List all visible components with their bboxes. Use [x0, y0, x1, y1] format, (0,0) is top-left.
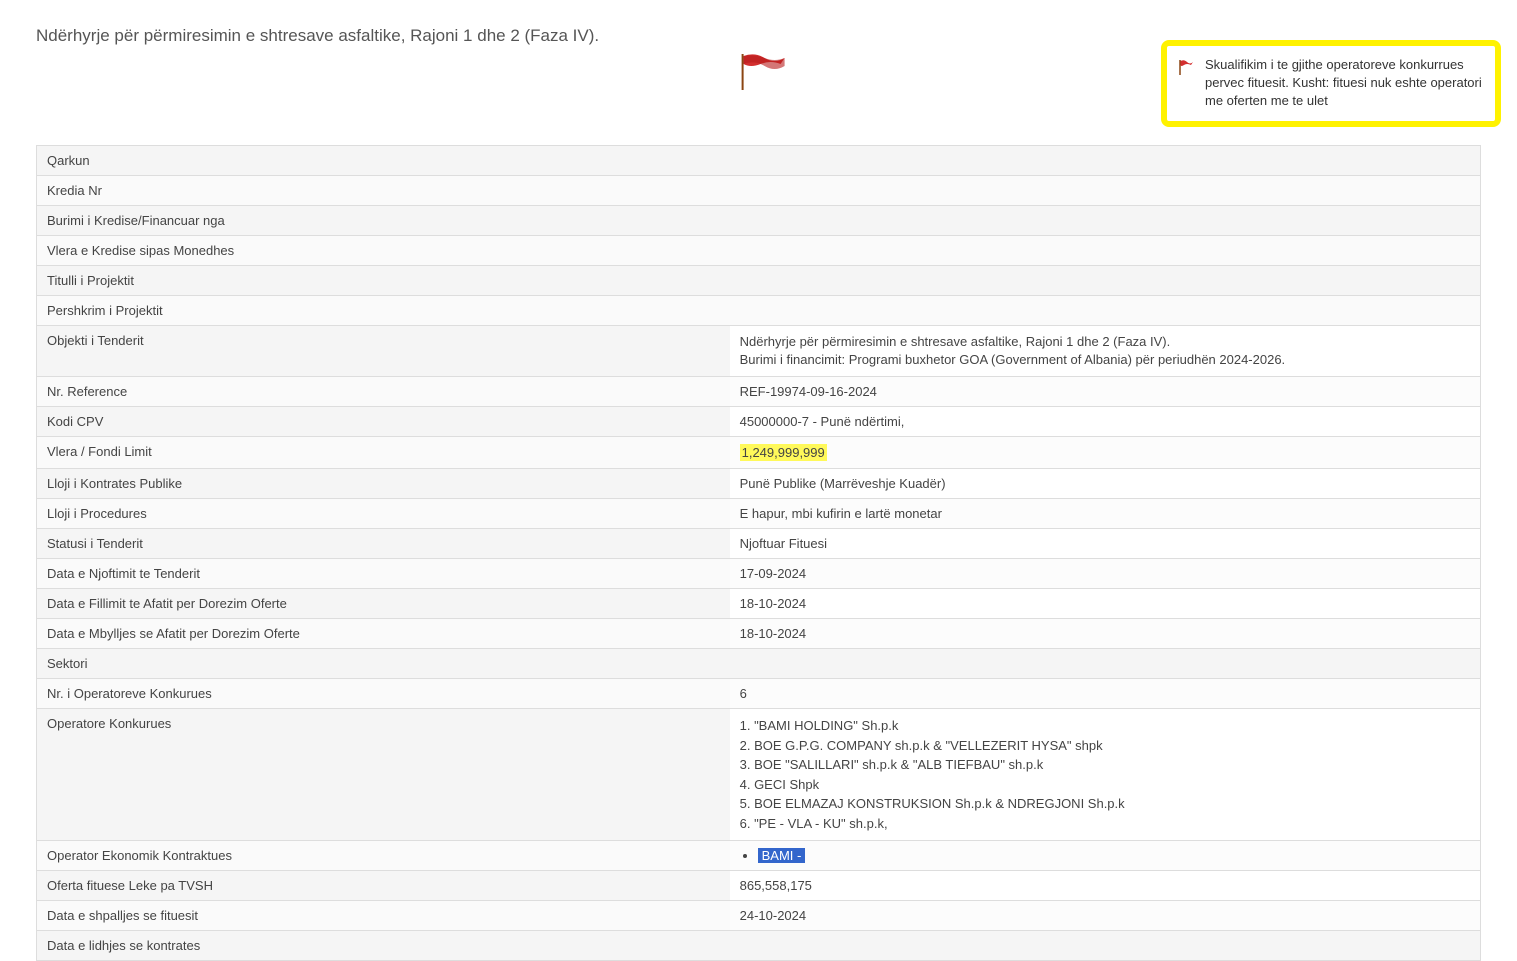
row-mbylljes-label: Data e Mbylljes se Afatit per Dorezim Of…: [37, 619, 730, 649]
selected-operator: BAMI -: [758, 848, 806, 863]
table-row: Pershkrim i Projektit: [37, 296, 1481, 326]
table-row: Vlera / Fondi Limit 1,249,999,999: [37, 437, 1481, 469]
table-row: Vlera e Kredise sipas Monedhes: [37, 236, 1481, 266]
row-fondi-value: 1,249,999,999: [730, 437, 1481, 469]
table-row: Titulli i Projektit: [37, 266, 1481, 296]
row-procedures-label: Lloji i Procedures: [37, 499, 730, 529]
red-flag-icon: [1177, 58, 1195, 79]
table-row: Kodi CPV 45000000-7 - Punë ndërtimi,: [37, 407, 1481, 437]
row-shpalljes-value: 24-10-2024: [730, 901, 1481, 931]
table-row: Data e Njoftimit te Tenderit 17-09-2024: [37, 559, 1481, 589]
table-row: Operator Ekonomik Kontraktues BAMI -: [37, 841, 1481, 871]
row-operatore-label: Operatore Konkurues: [37, 709, 730, 841]
row-pershkrim-label: Pershkrim i Projektit: [37, 296, 1481, 326]
row-operatore-value: 1. "BAMI HOLDING" Sh.p.k 2. BOE G.P.G. C…: [730, 709, 1481, 841]
table-row: Sektori: [37, 649, 1481, 679]
row-reference-value: REF-19974-09-16-2024: [730, 377, 1481, 407]
warning-text: Skualifikim i te gjithe operatoreve konk…: [1205, 56, 1485, 111]
row-oferta-value: 865,558,175: [730, 871, 1481, 901]
row-fondi-label: Vlera / Fondi Limit: [37, 437, 730, 469]
tender-details-table: Qarkun Kredia Nr Burimi i Kredise/Financ…: [36, 145, 1481, 961]
warning-callout: Skualifikim i te gjithe operatoreve konk…: [1161, 40, 1501, 127]
highlighted-amount: 1,249,999,999: [740, 444, 827, 461]
table-row: Burimi i Kredise/Financuar nga: [37, 206, 1481, 236]
row-njoftimit-label: Data e Njoftimit te Tenderit: [37, 559, 730, 589]
table-row: Data e Fillimit te Afatit per Dorezim Of…: [37, 589, 1481, 619]
table-row: Lloji i Kontrates Publike Punë Publike (…: [37, 469, 1481, 499]
row-kontraktues-label: Operator Ekonomik Kontraktues: [37, 841, 730, 871]
row-nroperatoreve-value: 6: [730, 679, 1481, 709]
table-row: Data e Mbylljes se Afatit per Dorezim Of…: [37, 619, 1481, 649]
row-fillimit-value: 18-10-2024: [730, 589, 1481, 619]
row-statusi-value: Njoftuar Fituesi: [730, 529, 1481, 559]
row-sektori-label: Sektori: [37, 649, 1481, 679]
row-statusi-label: Statusi i Tenderit: [37, 529, 730, 559]
table-row: Lloji i Procedures E hapur, mbi kufirin …: [37, 499, 1481, 529]
table-row: Data e lidhjes se kontrates: [37, 931, 1481, 961]
row-kredia-label: Kredia Nr: [37, 176, 1481, 206]
row-kontrates-value: Punë Publike (Marrëveshje Kuadër): [730, 469, 1481, 499]
table-row: Operatore Konkurues 1. "BAMI HOLDING" Sh…: [37, 709, 1481, 841]
row-objekti-value: Ndërhyrje për përmiresimin e shtresave a…: [730, 326, 1481, 377]
table-row: Nr. i Operatoreve Konkurues 6: [37, 679, 1481, 709]
table-row: Statusi i Tenderit Njoftuar Fituesi: [37, 529, 1481, 559]
table-row: Qarkun: [37, 146, 1481, 176]
row-nroperatoreve-label: Nr. i Operatoreve Konkurues: [37, 679, 730, 709]
row-qarkun-label: Qarkun: [37, 146, 1481, 176]
contracted-operator-item: BAMI -: [758, 848, 1470, 863]
row-reference-label: Nr. Reference: [37, 377, 730, 407]
row-fillimit-label: Data e Fillimit te Afatit per Dorezim Of…: [37, 589, 730, 619]
table-row: Data e shpalljes se fituesit 24-10-2024: [37, 901, 1481, 931]
row-njoftimit-value: 17-09-2024: [730, 559, 1481, 589]
row-objekti-label: Objekti i Tenderit: [37, 326, 730, 377]
table-row: Kredia Nr: [37, 176, 1481, 206]
row-vlera-kredise-label: Vlera e Kredise sipas Monedhes: [37, 236, 1481, 266]
row-lidhjes-label: Data e lidhjes se kontrates: [37, 931, 1481, 961]
table-row: Nr. Reference REF-19974-09-16-2024: [37, 377, 1481, 407]
row-procedures-value: E hapur, mbi kufirin e lartë monetar: [730, 499, 1481, 529]
row-mbylljes-value: 18-10-2024: [730, 619, 1481, 649]
row-shpalljes-label: Data e shpalljes se fituesit: [37, 901, 730, 931]
table-row: Objekti i Tenderit Ndërhyrje për përmire…: [37, 326, 1481, 377]
row-titulli-label: Titulli i Projektit: [37, 266, 1481, 296]
row-oferta-label: Oferta fituese Leke pa TVSH: [37, 871, 730, 901]
row-cpv-value: 45000000-7 - Punë ndërtimi,: [730, 407, 1481, 437]
row-cpv-label: Kodi CPV: [37, 407, 730, 437]
table-row: Oferta fituese Leke pa TVSH 865,558,175: [37, 871, 1481, 901]
row-kontrates-label: Lloji i Kontrates Publike: [37, 469, 730, 499]
red-flag-icon: [736, 50, 792, 95]
row-burimi-label: Burimi i Kredise/Financuar nga: [37, 206, 1481, 236]
row-kontraktues-value: BAMI -: [730, 841, 1481, 871]
